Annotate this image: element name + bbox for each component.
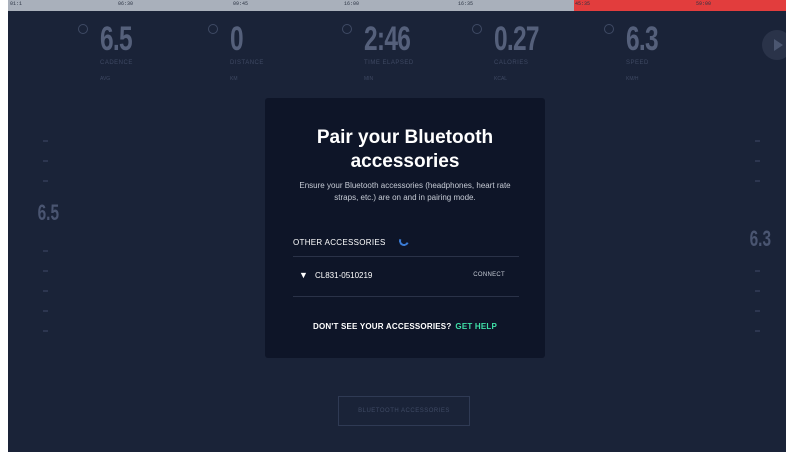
metric-value: 6.3 xyxy=(626,20,659,58)
bluetooth-accessories-button[interactable]: BLUETOOTH ACCESSORIES xyxy=(338,396,470,426)
metric-icon xyxy=(472,24,482,34)
scale-tick xyxy=(43,310,48,312)
help-question: DON'T SEE YOUR ACCESSORIES? xyxy=(312,322,452,331)
metric-icon xyxy=(208,24,218,34)
progress-tick: 45:35 xyxy=(575,1,591,7)
scale-tick xyxy=(755,180,760,182)
scale-tick xyxy=(755,310,760,312)
metric-value: 0 xyxy=(230,20,244,58)
play-button[interactable] xyxy=(762,30,786,60)
get-help-link[interactable]: GET HELP xyxy=(455,322,497,331)
progress-strip: 01:1 06:30 09:45 16:00 16:35 45:35 59:00 xyxy=(8,0,786,11)
divider xyxy=(293,256,519,257)
metric-label: SPEED xyxy=(626,60,649,66)
modal-title: Pair your Bluetooth accessories xyxy=(316,127,494,172)
left-scale: 6.5 xyxy=(34,130,60,350)
accessory-row[interactable]: ▼ CL831-0510219 CONNECT xyxy=(293,266,519,288)
progress-tick: 06:30 xyxy=(118,1,134,7)
other-accessories-label: OTHER ACCESSORIES xyxy=(293,238,386,247)
divider xyxy=(293,296,519,297)
scale-tick xyxy=(755,140,760,142)
metric-sub: KCAL xyxy=(494,76,508,82)
accessory-name: CL831-0510219 xyxy=(315,271,373,280)
metric-sub: KM/H xyxy=(626,76,639,82)
scale-tick xyxy=(43,270,48,272)
scale-tick xyxy=(755,160,760,162)
scale-tick xyxy=(43,250,48,252)
connect-button[interactable]: CONNECT xyxy=(473,272,505,278)
metric-icon xyxy=(342,24,352,34)
metric-value: 0.27 xyxy=(494,20,539,58)
progress-tick: 09:45 xyxy=(233,1,249,7)
right-scale: 6.3 xyxy=(746,130,772,350)
metric-icon xyxy=(78,24,88,34)
metric-calories: 0.27 CALORIES KCAL xyxy=(472,16,602,86)
metric-sub: MIN xyxy=(364,76,374,82)
right-scale-value: 6.3 xyxy=(749,226,772,251)
pair-bluetooth-modal: Pair your Bluetooth accessories Ensure y… xyxy=(265,98,545,358)
metric-label: CADENCE xyxy=(100,60,133,66)
scale-tick xyxy=(43,180,48,182)
bluetooth-icon: ▼ xyxy=(299,270,308,280)
help-row: DON'T SEE YOUR ACCESSORIES? GET HELP xyxy=(265,322,545,331)
progress-tick: 59:00 xyxy=(696,1,712,7)
scale-tick xyxy=(43,140,48,142)
metric-label: CALORIES xyxy=(494,60,529,66)
scale-tick xyxy=(755,330,760,332)
loading-spinner-icon xyxy=(397,234,411,248)
progress-tick: 16:35 xyxy=(458,1,474,7)
metric-sub: AVG xyxy=(100,76,111,82)
modal-description: Ensure your Bluetooth accessories (headp… xyxy=(299,181,511,202)
scale-tick xyxy=(755,270,760,272)
scale-tick xyxy=(43,330,48,332)
metric-value: 2:46 xyxy=(364,20,411,58)
progress-tick: 16:00 xyxy=(344,1,360,7)
scale-tick xyxy=(755,290,760,292)
scale-tick xyxy=(43,290,48,292)
scale-tick xyxy=(43,160,48,162)
metric-value: 6.5 xyxy=(100,20,133,58)
metric-distance: 0 DISTANCE KM xyxy=(208,16,338,86)
metric-label: TIME ELAPSED xyxy=(364,60,414,66)
play-icon xyxy=(774,39,783,51)
metric-speed: 6.3 SPEED KM/H xyxy=(604,16,734,86)
metric-sub: KM xyxy=(230,76,238,82)
progress-tick: 01:1 xyxy=(10,1,23,7)
metric-time: 2:46 TIME ELAPSED MIN xyxy=(342,16,472,86)
left-scale-value: 6.5 xyxy=(37,200,60,225)
progress-segment-active xyxy=(574,0,786,11)
metric-cadence: 6.5 CADENCE AVG xyxy=(78,16,208,86)
metric-label: DISTANCE xyxy=(230,60,264,66)
metric-icon xyxy=(604,24,614,34)
